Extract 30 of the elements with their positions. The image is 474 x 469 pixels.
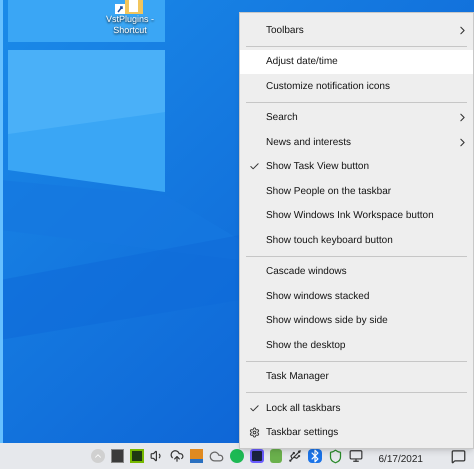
network-icon[interactable] [348, 449, 362, 463]
menu-item[interactable]: Cascade windows [240, 260, 473, 284]
speaker-icon[interactable] [150, 449, 164, 463]
menu-item[interactable]: Search [240, 106, 473, 130]
menu-item[interactable]: Taskbar settings [240, 420, 473, 445]
menu-item[interactable]: Task Manager [240, 364, 473, 389]
menu-item[interactable]: Customize notification icons [240, 74, 473, 98]
bluetooth-icon[interactable] [308, 449, 322, 463]
menu-item[interactable]: Toolbars [240, 18, 473, 42]
menu-item[interactable]: Adjust date/time [240, 50, 473, 74]
menu-item[interactable]: Show windows stacked [240, 284, 473, 308]
menu-item[interactable]: Show touch keyboard button [240, 228, 473, 252]
shield-icon[interactable] [328, 448, 342, 464]
menu-item[interactable]: Show Task View button [240, 154, 473, 179]
app-icon[interactable] [250, 449, 264, 463]
menu-item[interactable]: Lock all taskbars [240, 396, 473, 420]
clock-date[interactable]: 6/17/2021 [378, 452, 423, 467]
notification-icon[interactable] [451, 448, 466, 464]
menu-item[interactable]: Show windows side by side [240, 308, 473, 333]
menu-item[interactable]: Show Windows Ink Workspace button [240, 204, 473, 228]
menu-item[interactable]: Show the desktop [240, 333, 473, 358]
app-icon[interactable] [110, 449, 124, 463]
usb-icon[interactable] [288, 449, 302, 463]
settings-icon [249, 427, 260, 438]
menu-item[interactable]: News and interests [240, 130, 473, 154]
cloud-icon[interactable] [208, 448, 224, 464]
folder-shortcut-icon[interactable] [115, 0, 145, 14]
cloud-upload-icon[interactable] [170, 449, 184, 463]
app-icon[interactable] [130, 449, 144, 463]
menu-item[interactable]: Show People on the taskbar [240, 179, 473, 204]
